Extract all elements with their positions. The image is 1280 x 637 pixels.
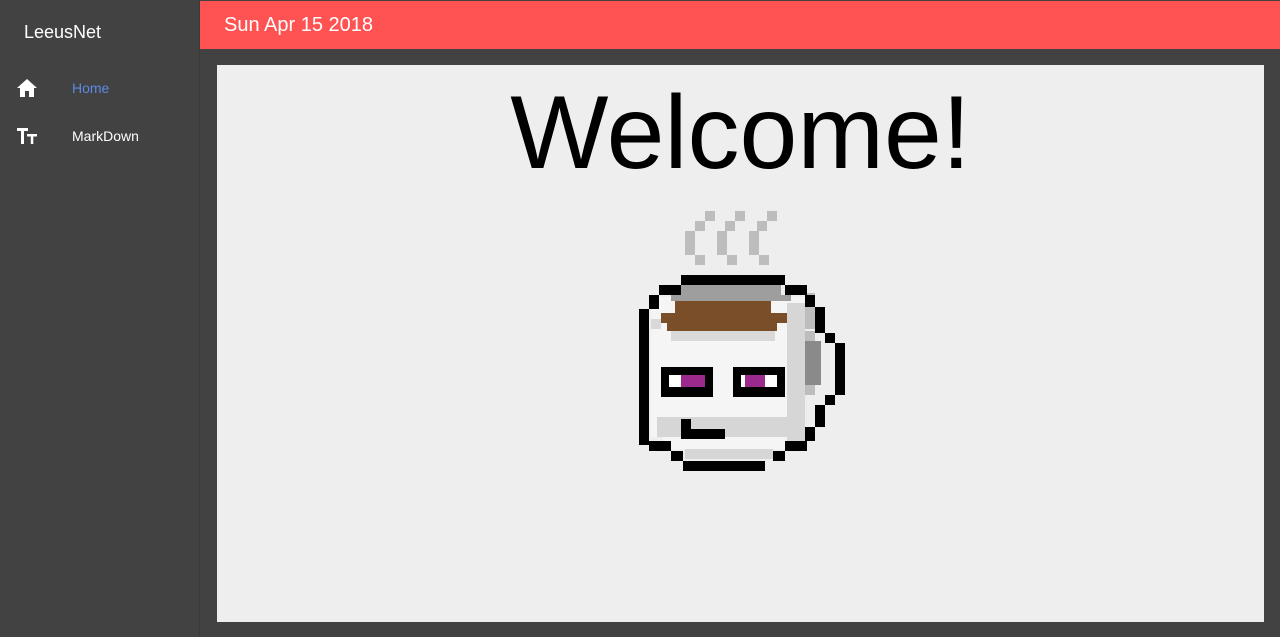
text-size-icon bbox=[0, 127, 72, 145]
sidebar-item-label: Home bbox=[72, 80, 110, 96]
main-content: Welcome! bbox=[217, 65, 1264, 622]
app-brand[interactable]: LeeusNet bbox=[0, 0, 199, 64]
top-app-bar: Sun Apr 15 2018 bbox=[200, 1, 1280, 49]
coffee-mug-mascot-icon bbox=[639, 211, 845, 471]
sidebar: LeeusNet Home MarkDown bbox=[0, 0, 200, 637]
sidebar-item-markdown[interactable]: MarkDown bbox=[0, 112, 199, 160]
header-date: Sun Apr 15 2018 bbox=[224, 13, 374, 36]
page-title: Welcome! bbox=[510, 75, 971, 191]
home-icon bbox=[0, 78, 72, 98]
sidebar-item-home[interactable]: Home bbox=[0, 64, 199, 112]
sidebar-item-label: MarkDown bbox=[72, 128, 139, 144]
